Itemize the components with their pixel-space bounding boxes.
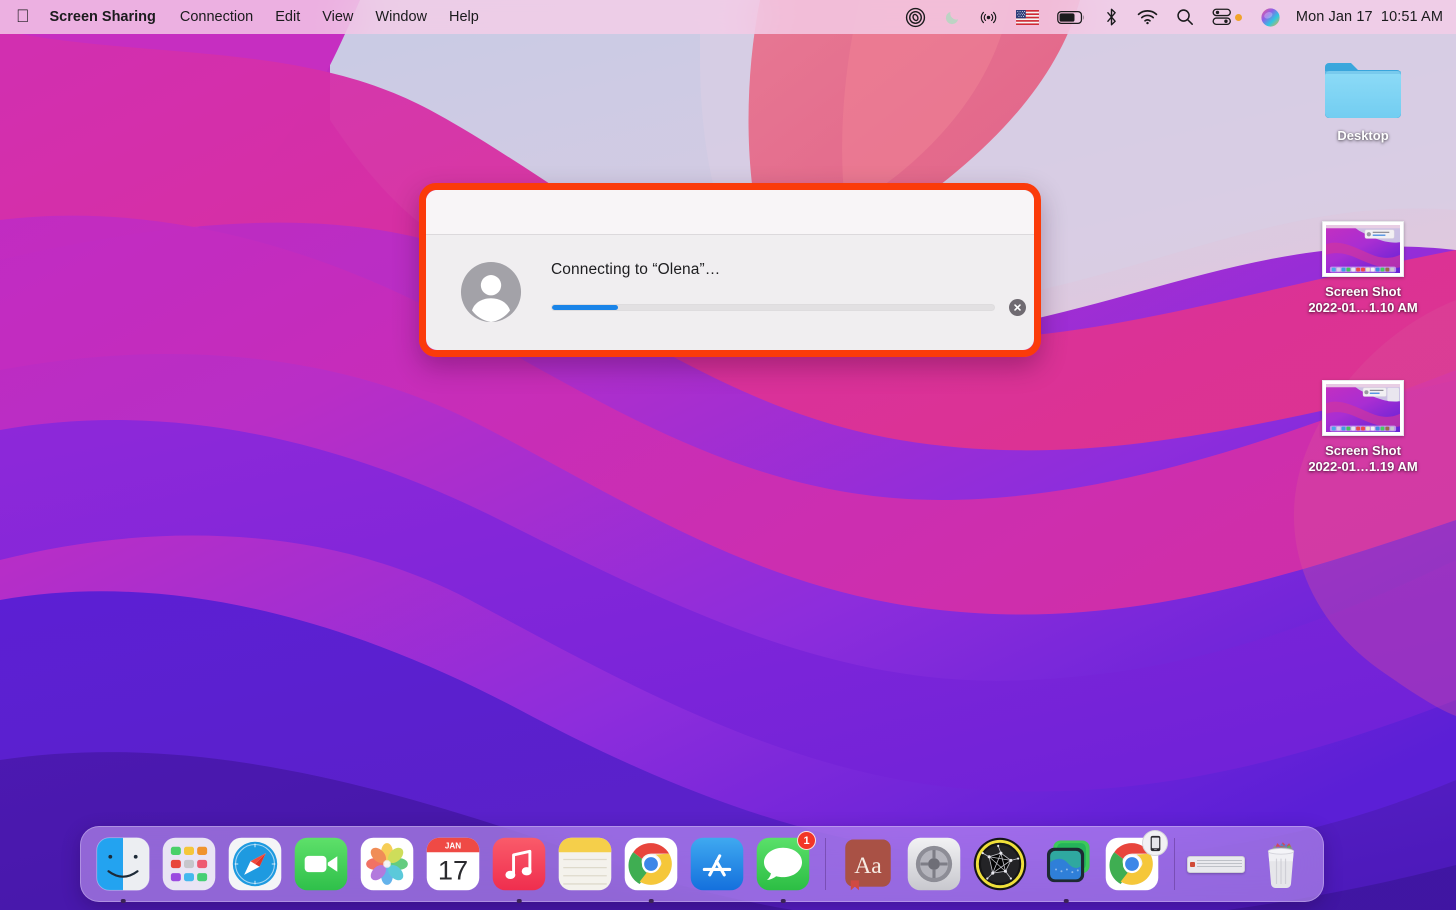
menu-bar-clock[interactable]: Mon Jan 17 10:51 AM xyxy=(1290,9,1443,25)
screenshot-thumbnail xyxy=(1322,380,1404,436)
screen-sharing-icon xyxy=(1037,835,1095,893)
control-center-icon[interactable] xyxy=(1203,0,1251,34)
running-indicator xyxy=(781,899,786,904)
running-indicator xyxy=(121,899,126,904)
connecting-status-text: Connecting to “Olena”… xyxy=(551,261,1026,279)
connection-progress-bar xyxy=(551,304,995,311)
menu-bar:  Screen Sharing Connection Edit View Wi… xyxy=(0,0,1456,34)
menu-item-connection[interactable]: Connection xyxy=(169,5,264,29)
desktop-screen:  Screen Sharing Connection Edit View Wi… xyxy=(0,0,1456,910)
menu-bar-status-area: Mon Jan 17 10:51 AM xyxy=(896,0,1456,34)
desktop-icon-label: Screen Shot 2022-01…1.19 AM xyxy=(1308,443,1417,475)
dock-item-screen-sharing[interactable] xyxy=(1035,833,1097,895)
apple-logo-icon[interactable]:  xyxy=(0,5,42,29)
dock-item-safari[interactable] xyxy=(224,833,286,895)
dock-item-photos[interactable] xyxy=(356,833,418,895)
messages-unread-badge: 1 xyxy=(797,831,816,850)
desktop-icon-screenshot-2[interactable]: Screen Shot 2022-01…1.19 AM xyxy=(1288,380,1438,475)
dock-item-messages[interactable]: 1 xyxy=(752,833,814,895)
screen-sharing-connecting-dialog: Connecting to “Olena”… xyxy=(419,183,1041,357)
running-indicator xyxy=(517,899,522,904)
menu-bar-left:  Screen Sharing Connection Edit View Wi… xyxy=(0,0,490,34)
launchpad-icon xyxy=(160,835,218,893)
dialog-content: Connecting to “Olena”… xyxy=(522,253,1026,316)
running-indicator xyxy=(649,899,654,904)
desktop-icon-screenshot-1[interactable]: Screen Shot 2022-01…1.10 AM xyxy=(1288,221,1438,316)
menu-item-view[interactable]: View xyxy=(311,5,364,29)
chrome-icon xyxy=(622,835,680,893)
screenshot-label-line1: Screen Shot xyxy=(1325,284,1401,299)
user-avatar xyxy=(460,261,522,323)
dock-item-launchpad[interactable] xyxy=(158,833,220,895)
dock-item-notes[interactable] xyxy=(554,833,616,895)
dock-item-network-app[interactable] xyxy=(969,833,1031,895)
dock-item-app-store[interactable] xyxy=(686,833,748,895)
dock-minimized-window[interactable] xyxy=(1186,844,1246,884)
finder-icon xyxy=(94,835,152,893)
phone-icon xyxy=(1142,830,1168,856)
dock-item-chrome[interactable] xyxy=(620,833,682,895)
notes-icon xyxy=(556,835,614,893)
dock-item-system-preferences[interactable] xyxy=(903,833,965,895)
music-icon xyxy=(490,835,548,893)
dock-item-facetime[interactable] xyxy=(290,833,352,895)
dialog-body: Connecting to “Olena”… xyxy=(426,235,1034,350)
menu-item-app-name[interactable]: Screen Sharing xyxy=(42,5,169,29)
safari-icon xyxy=(226,835,284,893)
dock-item-dictionary[interactable]: Aa xyxy=(837,833,899,895)
minimized-window-thumbnail xyxy=(1187,856,1245,873)
dock-item-chrome-beta[interactable] xyxy=(1101,833,1163,895)
minimized-window-content xyxy=(1197,860,1242,869)
dictionary-glyph: Aa xyxy=(854,853,882,879)
dock-item-music[interactable] xyxy=(488,833,550,895)
menu-item-window[interactable]: Window xyxy=(364,5,438,29)
running-indicator xyxy=(1064,899,1069,904)
screenshot-label-line1: Screen Shot xyxy=(1325,443,1401,458)
screenshot-label-line2: 2022-01…1.19 AM xyxy=(1308,459,1417,474)
cancel-connection-button[interactable] xyxy=(1009,299,1026,316)
menu-item-edit[interactable]: Edit xyxy=(264,5,311,29)
screenshot-label-line2: 2022-01…1.10 AM xyxy=(1308,300,1417,315)
calendar-month-label: JAN xyxy=(445,842,461,851)
system-preferences-icon xyxy=(905,835,963,893)
dialog-window: Connecting to “Olena”… xyxy=(426,190,1034,350)
desktop-icon-label: Desktop xyxy=(1337,128,1388,144)
battery-icon[interactable] xyxy=(1048,0,1095,34)
desktop-icon-label: Screen Shot 2022-01…1.10 AM xyxy=(1308,284,1417,316)
us-flag-input-source-icon[interactable] xyxy=(1007,0,1048,34)
calendar-icon: JAN 17 xyxy=(424,835,482,893)
dock: JAN 17 xyxy=(80,826,1324,902)
folder-icon xyxy=(1322,55,1404,121)
dictionary-icon: Aa xyxy=(839,835,897,893)
dialog-title-bar[interactable] xyxy=(426,190,1034,235)
close-icon xyxy=(1012,302,1023,313)
photos-icon xyxy=(358,835,416,893)
do-not-disturb-moon-icon[interactable] xyxy=(935,0,970,34)
bluetooth-icon[interactable] xyxy=(1095,0,1128,34)
app-store-icon xyxy=(688,835,746,893)
progress-bar-fill xyxy=(552,305,618,310)
control-center-status-dot xyxy=(1235,14,1242,21)
dock-separator xyxy=(825,838,826,890)
menu-item-help[interactable]: Help xyxy=(438,5,490,29)
spotlight-search-icon[interactable] xyxy=(1167,0,1203,34)
desktop-wallpaper xyxy=(0,0,1456,910)
minimized-window-marker xyxy=(1190,862,1195,867)
wifi-icon[interactable] xyxy=(1128,0,1167,34)
time-machine-icon[interactable] xyxy=(896,0,935,34)
calendar-day-label: 17 xyxy=(438,854,468,885)
dock-item-calendar[interactable]: JAN 17 xyxy=(422,833,484,895)
apple-glyph:  xyxy=(16,7,30,25)
desktop-icon-desktop-folder[interactable]: Desktop xyxy=(1288,55,1438,144)
trash-full-icon xyxy=(1252,835,1310,893)
progress-row xyxy=(551,299,1026,316)
dock-item-finder[interactable] xyxy=(92,833,154,895)
screenshot-thumbnail xyxy=(1322,221,1404,277)
dock-item-trash[interactable] xyxy=(1250,833,1312,895)
network-graph-icon xyxy=(971,835,1029,893)
dock-separator xyxy=(1174,838,1175,890)
facetime-icon xyxy=(292,835,350,893)
siri-icon[interactable] xyxy=(1251,0,1290,34)
airplay-broadcast-icon[interactable] xyxy=(970,0,1007,34)
